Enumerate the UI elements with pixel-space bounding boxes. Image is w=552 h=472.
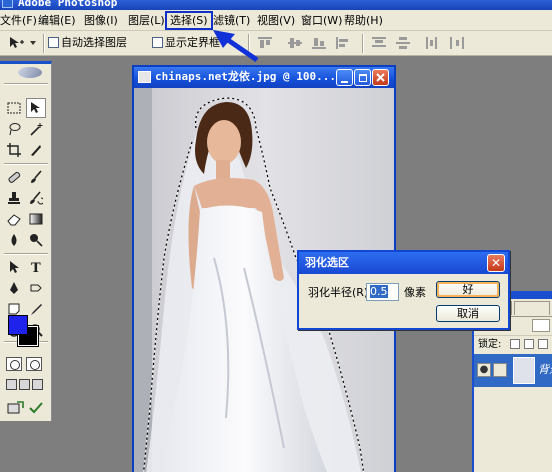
jump-to-imageready-icon[interactable] — [6, 398, 26, 418]
feather-logo-icon — [18, 67, 42, 78]
options-separator — [43, 34, 45, 53]
path-select-icon[interactable] — [4, 257, 24, 277]
document-icon — [138, 71, 151, 83]
menu-file[interactable]: 文件(F) — [0, 13, 37, 28]
document-titlebar[interactable]: chinaps.net龙依.jpg @ 100... — [134, 67, 394, 88]
distribute-left-icon[interactable] — [426, 37, 440, 49]
pen-icon[interactable] — [4, 278, 24, 298]
menu-filter[interactable]: 滤镜(T) — [213, 13, 250, 28]
quick-mask-mode-button[interactable] — [26, 357, 42, 371]
close-icon: ✕ — [490, 256, 502, 270]
app-titlebar: Adobe Photoshop — [0, 0, 552, 10]
lasso-icon[interactable] — [4, 119, 24, 139]
feather-radius-input[interactable]: 0.5 — [366, 283, 399, 301]
dialog-titlebar[interactable]: 羽化选区 ✕ — [299, 252, 508, 274]
feather-radius-unit: 像素 — [404, 286, 426, 299]
move-tool-icon[interactable] — [8, 36, 24, 50]
menu-image[interactable]: 图像(I) — [84, 13, 118, 28]
lock-position-checkbox[interactable] — [538, 339, 548, 349]
blur-icon[interactable] — [4, 230, 24, 250]
layer-name: 背景 — [538, 363, 552, 376]
menu-layer[interactable]: 图层(L) — [128, 13, 165, 28]
ok-button[interactable]: 好 — [436, 281, 500, 298]
feather-radius-label: 羽化半径(R): — [308, 286, 372, 299]
distribute-vcenter-icon[interactable] — [396, 37, 410, 49]
align-bottom-icon[interactable] — [312, 37, 326, 49]
shape-icon[interactable] — [26, 278, 46, 298]
tool-preset-dropdown-icon[interactable] — [30, 41, 36, 45]
screen-mode-full-button[interactable] — [32, 379, 43, 390]
opacity-dropdown[interactable] — [532, 319, 550, 332]
dialog-close-button[interactable]: ✕ — [487, 254, 505, 272]
toolbox-divider — [4, 253, 48, 255]
brush-icon[interactable] — [26, 167, 46, 187]
document-title: chinaps.net龙依.jpg @ 100... — [155, 70, 336, 83]
photoshop-logo-icon — [2, 0, 13, 8]
menu-edit[interactable]: 编辑(E) — [38, 13, 76, 28]
distribute-top-icon[interactable] — [372, 37, 386, 49]
dialog-title: 羽化选区 — [305, 256, 349, 269]
eye-icon[interactable]: ● — [477, 363, 491, 377]
lock-label: 锁定: — [478, 339, 502, 350]
cancel-button[interactable]: 取消 — [436, 305, 500, 322]
align-vcenter-icon[interactable] — [288, 37, 302, 49]
toolbox-divider — [4, 163, 48, 165]
minimize-button[interactable] — [336, 69, 353, 86]
type-icon[interactable]: T — [26, 257, 46, 277]
brush-link-icon[interactable] — [493, 363, 507, 377]
screen-mode-standard-button[interactable] — [6, 379, 17, 390]
options-separator — [362, 34, 364, 53]
screen-mode-full-menu-button[interactable] — [19, 379, 30, 390]
close-icon — [376, 73, 385, 82]
feather-dialog: 羽化选区 ✕ 羽化半径(R): 0.5 像素 好 取消 — [297, 250, 510, 330]
layer-thumbnail — [513, 357, 535, 384]
clone-stamp-icon[interactable] — [4, 188, 24, 208]
gradient-icon[interactable] — [26, 209, 46, 229]
highlight-arrow-icon — [213, 30, 259, 63]
menu-help[interactable]: 帮助(H) — [344, 13, 383, 28]
show-bounding-box-checkbox[interactable] — [152, 37, 163, 48]
distribute-right-icon[interactable] — [450, 37, 464, 49]
menu-bar: 文件(F) 编辑(E) 图像(I) 图层(L) 选择(S) 滤镜(T) 视图(V… — [0, 10, 552, 31]
lock-image-checkbox[interactable] — [524, 339, 534, 349]
magic-wand-icon[interactable] — [26, 119, 46, 139]
lock-transparency-checkbox[interactable] — [510, 339, 520, 349]
svg-text:T: T — [31, 261, 41, 274]
close-button[interactable] — [372, 69, 389, 86]
history-brush-icon[interactable] — [26, 188, 46, 208]
eyedropper-icon[interactable] — [26, 299, 46, 319]
healing-brush-icon[interactable] — [4, 167, 24, 187]
feather-radius-value: 0.5 — [370, 285, 388, 298]
crop-icon[interactable] — [4, 140, 24, 160]
menu-window[interactable]: 窗口(W) — [301, 13, 342, 28]
app-title: Adobe Photoshop — [18, 0, 118, 9]
move-icon[interactable] — [26, 98, 46, 118]
tab-paths[interactable] — [514, 301, 550, 315]
layer-row-background[interactable]: ● 背景 — [474, 354, 552, 387]
menu-view[interactable]: 视图(V) — [257, 13, 295, 28]
options-bar: 自动选择图层 显示定界框 — [0, 31, 552, 56]
toolbox-divider — [4, 83, 48, 85]
align-left-icon[interactable] — [336, 37, 350, 49]
toolbox-header[interactable] — [0, 64, 52, 82]
slice-icon[interactable] — [26, 140, 46, 160]
dodge-icon[interactable] — [26, 230, 46, 250]
marquee-icon[interactable] — [4, 98, 24, 118]
lock-row: 锁定: — [474, 335, 552, 352]
maximize-button[interactable] — [354, 69, 371, 86]
checkmark-icon[interactable] — [26, 398, 46, 418]
foreground-color-swatch[interactable] — [8, 315, 28, 335]
auto-select-layer-checkbox[interactable] — [48, 37, 59, 48]
standard-mode-button[interactable] — [6, 357, 22, 371]
eraser-icon[interactable] — [4, 209, 24, 229]
toolbox-palette: T — [0, 61, 52, 421]
auto-select-layer-label: 自动选择图层 — [61, 36, 127, 49]
